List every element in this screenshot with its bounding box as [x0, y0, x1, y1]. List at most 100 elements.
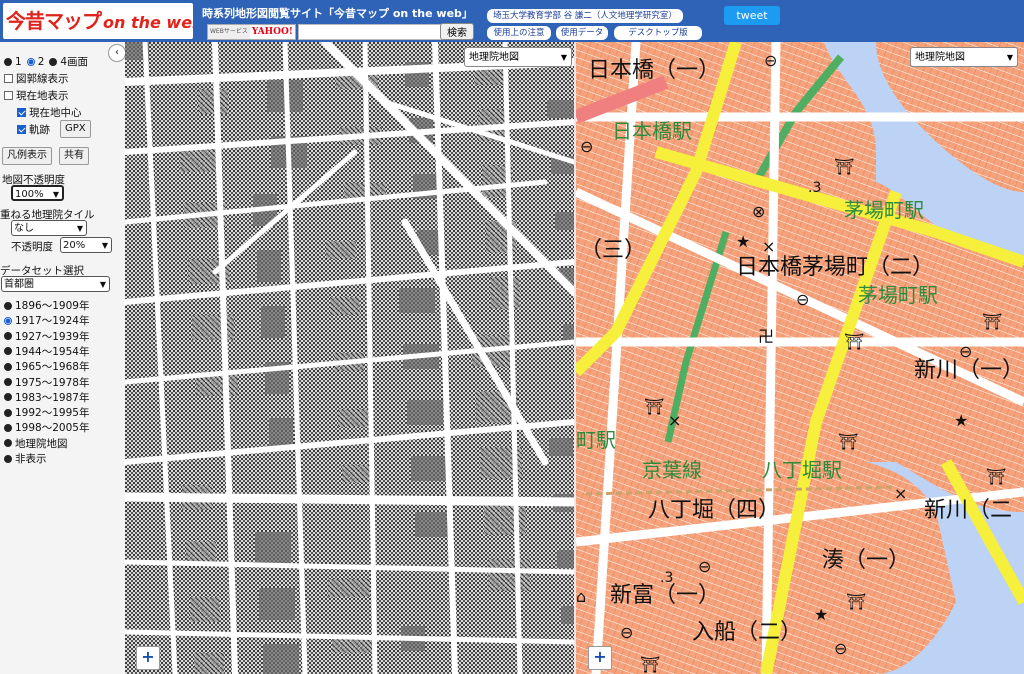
screen-4-radio[interactable]: [49, 57, 58, 66]
historical-block: [198, 89, 228, 114]
center-on-location-label: 現在地中心: [29, 107, 82, 119]
label-shinkawa-2: 新川（二: [924, 498, 1012, 523]
author-link[interactable]: 埼玉大学教育学部 谷 謙二（人文地理学研究室）: [486, 8, 684, 24]
period-radio[interactable]: [4, 423, 12, 432]
label-san: （三）: [580, 238, 646, 263]
historical-block: [261, 306, 285, 338]
right-map-source-select[interactable]: 地理院地図 ▼: [910, 47, 1018, 67]
overlay-opacity-value: 20%: [63, 240, 86, 251]
historical-block: [328, 579, 370, 597]
historical-block: [399, 288, 435, 313]
historical-block: [190, 597, 220, 622]
shrine-icon: ⛩: [844, 332, 864, 351]
label-shinkawa-1: 新川（一）: [914, 358, 1024, 383]
desktop-version-button[interactable]: デスクトップ版: [613, 25, 703, 41]
period-option[interactable]: 1896～1909年: [4, 298, 89, 313]
label-minato-1: 湊（一）: [822, 548, 910, 573]
museum-icon: ⌂: [576, 587, 586, 606]
historical-map-canvas[interactable]: [125, 42, 574, 674]
police-box-icon: ⊗: [752, 202, 765, 221]
overlay-tile-select[interactable]: なし ▼: [11, 220, 87, 236]
share-button[interactable]: 共有: [59, 147, 89, 165]
historical-block: [563, 324, 574, 342]
center-on-location-checkbox[interactable]: [17, 108, 26, 117]
period-radio[interactable]: [4, 378, 12, 386]
period-radio[interactable]: [4, 301, 12, 310]
overlay-opacity-select[interactable]: 20% ▼: [60, 237, 112, 253]
label-hatchobori-4: 八丁堀（四）: [648, 498, 780, 523]
place-search-input[interactable]: [298, 24, 444, 40]
map-opacity-value: 100%: [15, 189, 44, 200]
historical-map-pane[interactable]: 地理院地図 ▼ +: [125, 42, 574, 674]
modern-map-pane[interactable]: 日本橋（一） 日本橋茅場町（二） （三） 新川（一） 八丁堀（四） 湊（一） 新…: [576, 42, 1024, 674]
screen-2-label: 2: [37, 55, 45, 68]
period-option[interactable]: 地理院地図: [4, 436, 68, 451]
period-option[interactable]: 非表示: [4, 451, 47, 466]
post-office-icon: ⊖: [698, 557, 711, 576]
chevron-down-icon: ▼: [76, 224, 83, 233]
period-radio[interactable]: [4, 362, 12, 371]
period-radio[interactable]: [4, 347, 12, 356]
shrine-icon: ⛩: [982, 312, 1002, 331]
map-opacity-select[interactable]: 100% ▼: [11, 185, 64, 201]
shrine-icon: ⛩: [640, 655, 660, 674]
yahoo-web-services-badge[interactable]: WEBサービス YAHOO!: [207, 24, 296, 40]
period-option[interactable]: 1944～1954年: [4, 344, 89, 359]
historical-block: [259, 588, 295, 620]
overlay-opacity-label: 不透明度: [11, 241, 53, 253]
search-button[interactable]: 検索: [440, 23, 474, 40]
screen-2-radio[interactable]: [26, 57, 35, 66]
historical-block: [547, 100, 574, 118]
period-radio[interactable]: [4, 454, 12, 463]
period-radio[interactable]: [4, 439, 12, 448]
period-option[interactable]: 1965～1968年: [4, 359, 89, 374]
left-map-source-value: 地理院地図: [469, 52, 519, 63]
period-option[interactable]: 1917～1924年: [4, 313, 89, 328]
chevron-down-icon: ▼: [1006, 53, 1013, 62]
gpx-button[interactable]: GPX: [60, 120, 91, 138]
label-kayabacho-station-2: 茅場町駅: [858, 283, 938, 307]
contour-checkbox[interactable]: [4, 74, 13, 83]
label-kayabacho-station-1: 茅場町駅: [844, 198, 924, 222]
period-option[interactable]: 1975～1978年: [4, 375, 89, 390]
historical-block: [561, 606, 574, 624]
tweet-button[interactable]: tweet: [724, 6, 780, 25]
historical-block: [257, 250, 281, 282]
right-zoom-in-button[interactable]: +: [588, 646, 612, 670]
shrine-icon: ⛩: [846, 592, 866, 611]
screen-1-radio[interactable]: [4, 57, 12, 66]
dataset-select[interactable]: 首都圏 ▼: [1, 276, 110, 292]
legend-button[interactable]: 凡例表示: [2, 147, 52, 165]
screen-count-options: 1 2 4画面: [4, 54, 88, 69]
screen-1-label: 1: [15, 55, 22, 68]
period-radio[interactable]: [4, 332, 12, 341]
period-radio[interactable]: [4, 408, 12, 417]
modern-map-canvas[interactable]: 日本橋（一） 日本橋茅場町（二） （三） 新川（一） 八丁堀（四） 湊（一） 新…: [576, 42, 1024, 674]
period-option[interactable]: 1983～1987年: [4, 390, 89, 405]
period-option[interactable]: 1992～1995年: [4, 405, 89, 420]
site-logo[interactable]: 今昔マップon the web: [3, 3, 193, 39]
historical-block: [484, 503, 526, 535]
period-label: 1896～1909年: [15, 300, 90, 312]
period-option[interactable]: 1927～1939年: [4, 329, 89, 344]
usage-notes-button[interactable]: 使用上の注意: [486, 25, 552, 41]
label-nihonbashi-station: 日本橋駅: [612, 119, 692, 143]
period-option[interactable]: 1998～2005年: [4, 420, 89, 435]
left-map-source-select[interactable]: 地理院地図 ▼: [464, 47, 572, 67]
period-radio[interactable]: [4, 316, 12, 325]
track-checkbox[interactable]: [17, 125, 26, 134]
historical-block: [192, 315, 234, 340]
period-radio[interactable]: [4, 393, 12, 402]
collapse-sidebar-icon[interactable]: ‹: [108, 44, 126, 62]
post-office-icon: ⊖: [959, 342, 972, 361]
label-spot-3a: .3: [660, 570, 673, 586]
monument-icon: ★: [736, 232, 750, 251]
current-location-checkbox[interactable]: [4, 91, 13, 100]
usage-data-button[interactable]: 使用データ: [555, 25, 609, 41]
historical-block: [488, 559, 530, 591]
left-zoom-in-button[interactable]: +: [136, 646, 160, 670]
temple-icon: 卍: [758, 327, 774, 346]
period-label: 1965～1968年: [15, 361, 90, 374]
chevron-down-icon: ▼: [52, 190, 59, 199]
period-label: 非表示: [15, 453, 47, 465]
